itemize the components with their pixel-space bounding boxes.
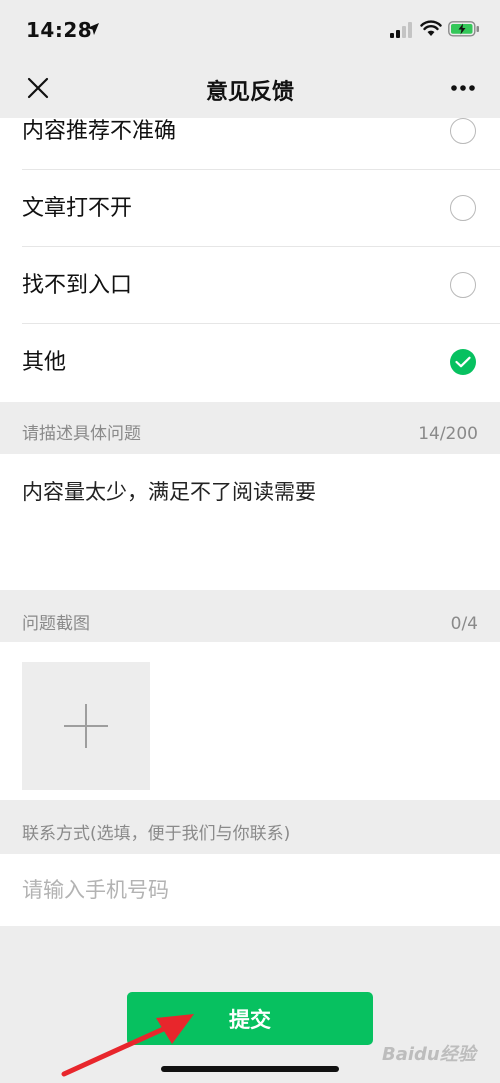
location-arrow-icon [87,23,99,35]
cellular-signal-icon [390,22,412,38]
description-textarea[interactable]: 内容量太少，满足不了阅读需要 [0,454,500,590]
screenshot-counter: 0/4 [450,614,478,634]
screenshot-area [0,642,500,800]
watermark: Baidu经验 [382,1044,476,1065]
option-label: 找不到入口 [22,273,133,298]
screenshot-label: 问题截图 [22,614,90,634]
radio-unchecked-icon[interactable] [450,195,476,221]
phone-input[interactable] [22,854,478,926]
option-row[interactable]: 其他 [0,324,500,401]
contact-header: 联系方式(选填，便于我们与你联系) [0,814,500,854]
battery-charging-icon [448,21,479,37]
contact-label: 联系方式(选填，便于我们与你联系) [22,824,291,844]
option-label: 其他 [22,350,67,375]
status-time: 14:28 [26,18,93,42]
more-icon[interactable] [450,84,476,92]
description-header: 请描述具体问题 14/200 [0,414,500,454]
add-screenshot-button[interactable] [22,662,150,790]
checkmark-icon [455,356,471,368]
option-row[interactable]: 找不到入口 [0,247,500,324]
wifi-icon [420,20,442,36]
option-row[interactable]: 内容推荐不准确 [0,118,500,170]
status-bar: 14:28 [0,0,500,60]
home-indicator[interactable] [161,1066,339,1072]
radio-checked-icon[interactable] [450,349,476,375]
option-label: 文章打不开 [22,196,133,221]
option-label: 内容推荐不准确 [22,119,177,144]
description-counter: 14/200 [418,424,478,444]
description-text[interactable]: 内容量太少，满足不了阅读需要 [22,476,316,506]
radio-unchecked-icon[interactable] [450,272,476,298]
option-row[interactable]: 文章打不开 [0,170,500,247]
feedback-options-list: 内容推荐不准确 文章打不开 找不到入口 其他 [0,118,500,402]
nav-bar: 意见反馈 [0,60,500,118]
description-label: 请描述具体问题 [22,424,141,444]
contact-field-container [0,854,500,926]
radio-unchecked-icon[interactable] [450,118,476,144]
page-title: 意见反馈 [205,80,294,105]
screenshot-header: 问题截图 0/4 [0,604,500,644]
